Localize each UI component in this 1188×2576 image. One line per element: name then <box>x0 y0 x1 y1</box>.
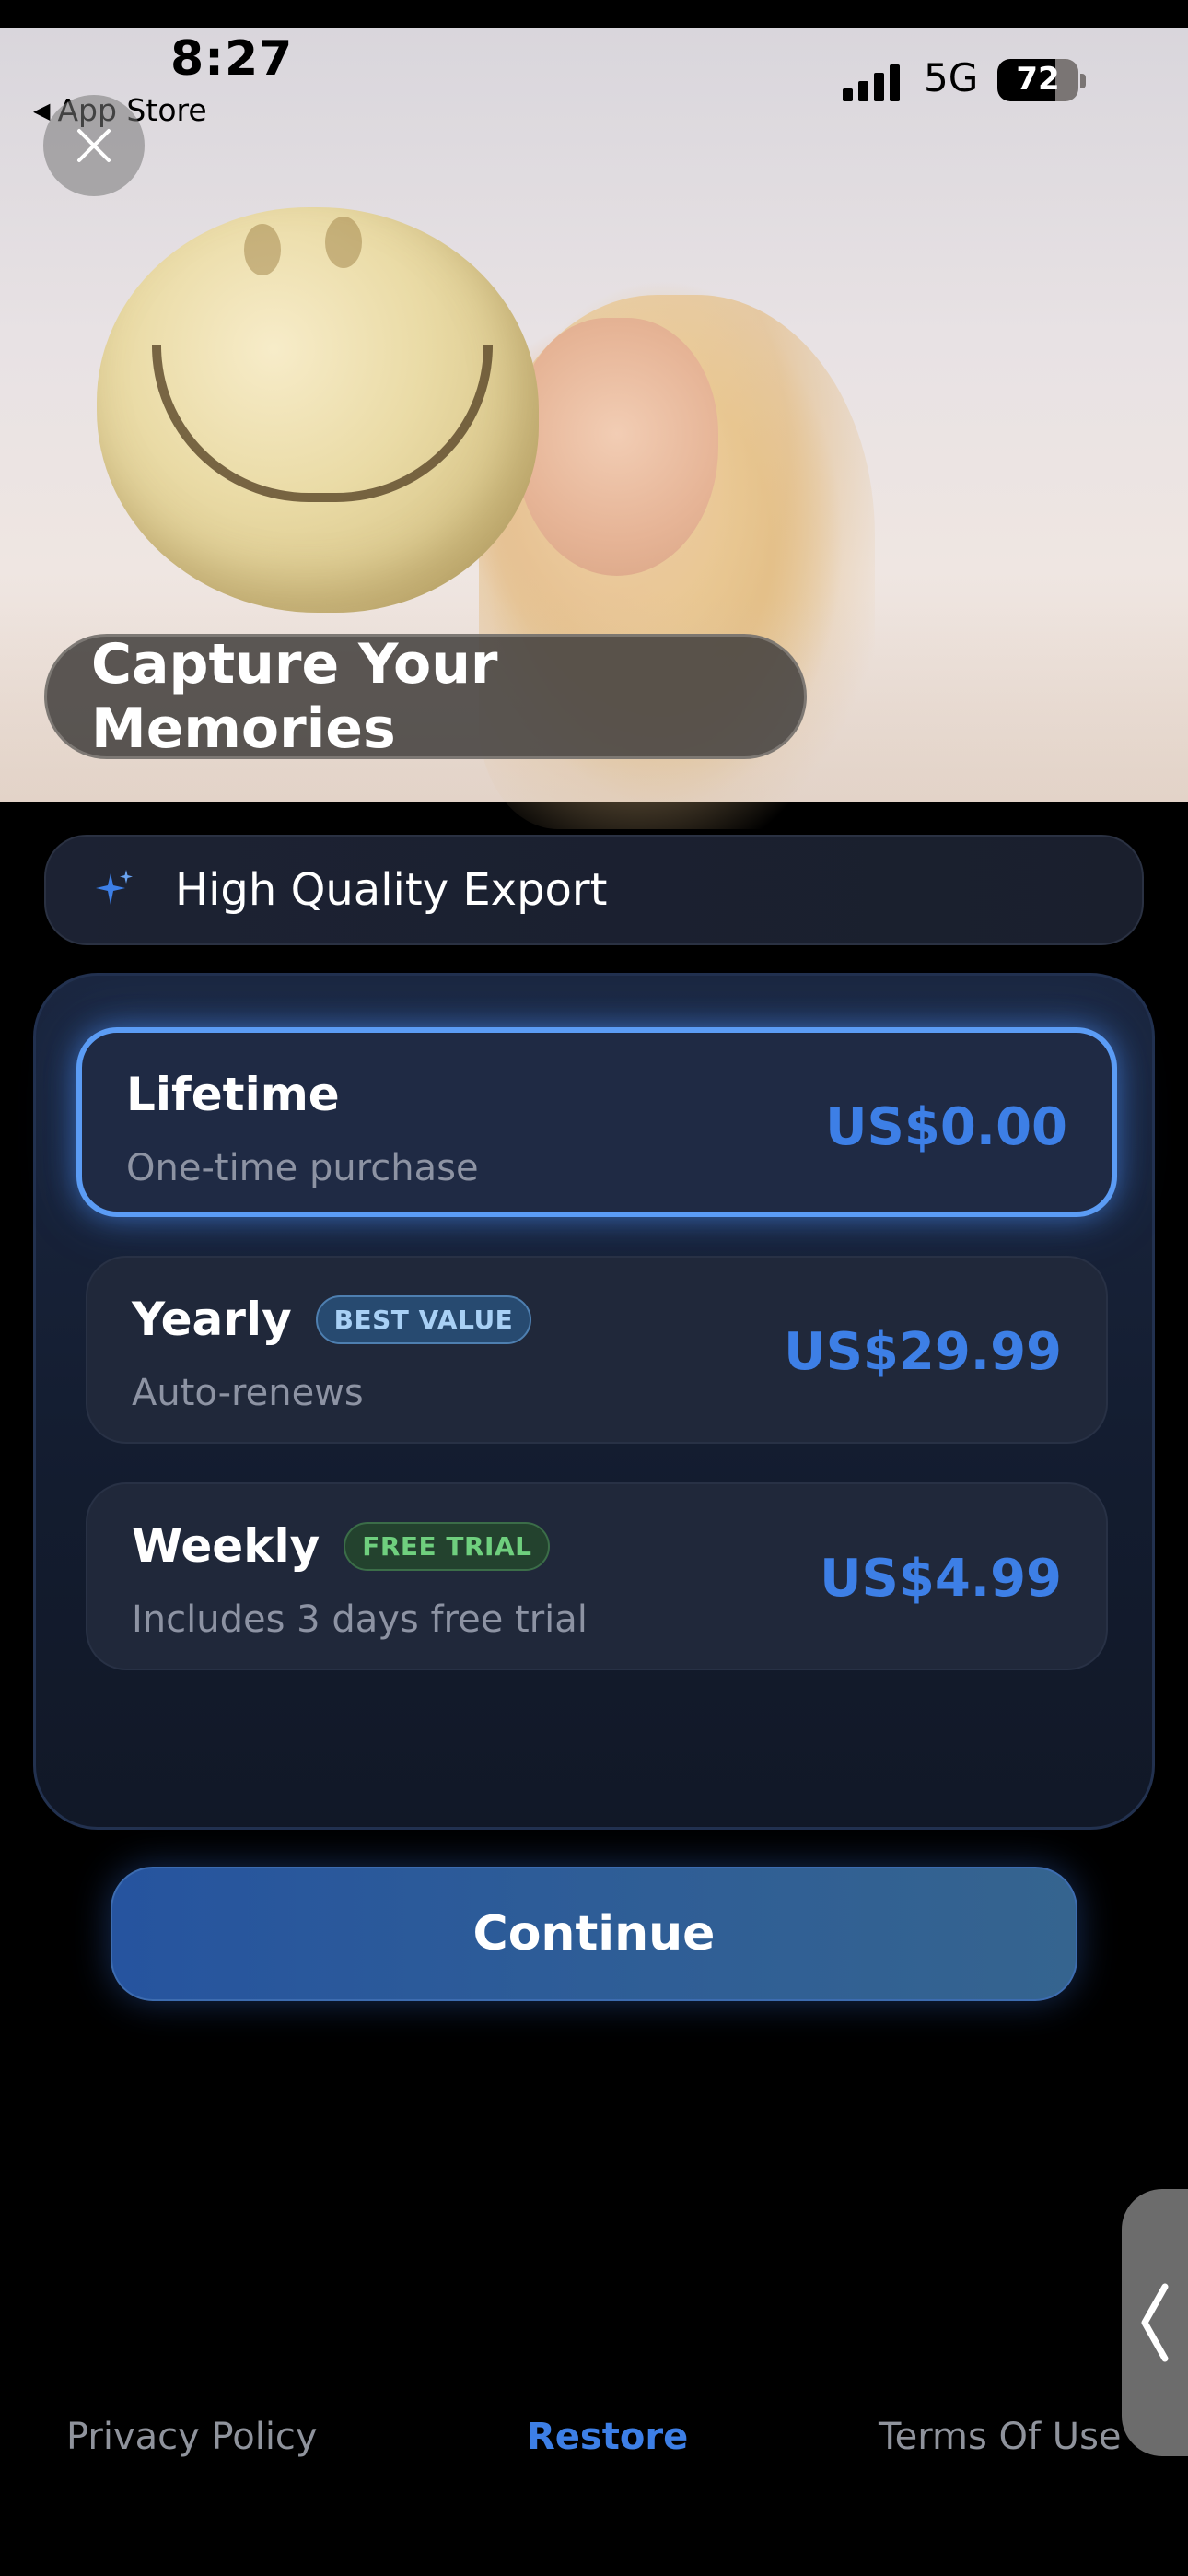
headline-pill: Capture Your Memories <box>44 632 807 761</box>
feature-row: High Quality Export <box>44 835 1144 945</box>
balloon-mouth <box>152 345 493 502</box>
plan-title: Weekly FREE TRIAL <box>132 1519 551 1573</box>
restore-link[interactable]: Restore <box>527 2416 688 2458</box>
plan-subtitle: Auto-renews <box>132 1372 364 1414</box>
plan-option-yearly[interactable]: Yearly BEST VALUE Auto-renews US$29.99 <box>86 1256 1108 1444</box>
plan-title: Yearly BEST VALUE <box>132 1293 532 1346</box>
continue-label: Continue <box>472 1906 716 1961</box>
plan-title-text: Weekly <box>132 1519 320 1573</box>
plan-price: US$29.99 <box>784 1322 1062 1382</box>
best-value-badge: BEST VALUE <box>315 1294 532 1344</box>
balloon-eye <box>325 217 362 268</box>
sparkle-icon <box>96 870 133 905</box>
close-button[interactable] <box>43 95 145 196</box>
plan-price: US$4.99 <box>820 1549 1062 1609</box>
free-trial-badge: FREE TRIAL <box>344 1521 551 1571</box>
smiley-balloon <box>97 207 539 613</box>
battery-icon: 72 <box>997 59 1078 101</box>
continue-button[interactable]: Continue <box>111 1867 1077 2001</box>
plan-option-weekly[interactable]: Weekly FREE TRIAL Includes 3 days free t… <box>86 1482 1108 1670</box>
network-type: 5G <box>924 55 979 100</box>
chevron-left-icon <box>1141 2283 1169 2362</box>
plan-subtitle: One-time purchase <box>126 1147 479 1189</box>
hero-face <box>516 318 718 576</box>
battery-nub <box>1080 74 1086 88</box>
plan-title-text: Yearly <box>132 1293 292 1346</box>
balloon-eye <box>244 224 281 275</box>
plan-price: US$0.00 <box>825 1097 1067 1157</box>
back-arrow-icon: ◀ <box>33 97 51 123</box>
status-bar: 8:27 ◀ App Store 5G 72 <box>0 28 1188 147</box>
close-icon <box>77 129 111 162</box>
plans-container: Lifetime One-time purchase US$0.00 Yearl… <box>33 973 1155 1830</box>
plan-subtitle: Includes 3 days free trial <box>132 1598 588 1641</box>
cellular-signal-icon <box>843 63 900 101</box>
privacy-policy-link[interactable]: Privacy Policy <box>66 2416 318 2458</box>
plan-title: Lifetime <box>126 1068 340 1121</box>
terms-of-use-link[interactable]: Terms Of Use <box>879 2416 1122 2458</box>
feature-label: High Quality Export <box>175 864 608 916</box>
paywall-screen: 8:27 ◀ App Store 5G 72 Capture Your Memo… <box>0 0 1188 2576</box>
headline-text: Capture Your Memories <box>91 632 498 761</box>
side-drawer-handle[interactable] <box>1122 2189 1188 2456</box>
battery-level: 72 <box>1016 61 1060 98</box>
plan-title-text: Lifetime <box>126 1068 340 1121</box>
status-time: 8:27 <box>170 31 294 87</box>
plan-option-lifetime[interactable]: Lifetime One-time purchase US$0.00 <box>76 1027 1117 1217</box>
